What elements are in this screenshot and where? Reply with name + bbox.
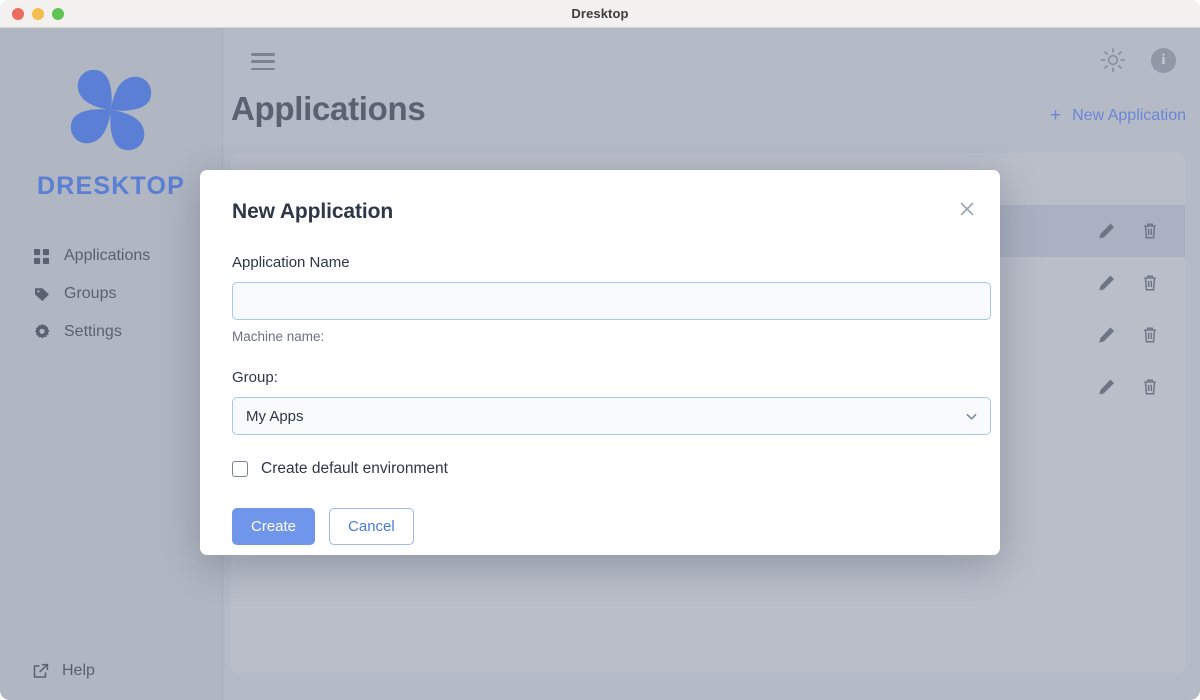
application-name-label: Application Name [232, 254, 968, 271]
app-window: Dresktop DRESKTOP [0, 0, 1200, 700]
new-application-dialog: New Application Application Name Machine… [200, 170, 1000, 555]
group-select-wrapper: My Apps [232, 397, 991, 435]
default-environment-row[interactable]: Create default environment [232, 460, 968, 478]
create-button[interactable]: Create [232, 508, 315, 545]
machine-name-hint: Machine name: [232, 329, 968, 344]
group-label: Group: [232, 369, 968, 386]
dialog-actions: Create Cancel [232, 508, 968, 545]
default-environment-label: Create default environment [261, 460, 448, 478]
group-select-value: My Apps [246, 408, 304, 425]
close-icon[interactable] [956, 198, 978, 220]
cancel-button[interactable]: Cancel [329, 508, 414, 545]
dialog-title: New Application [232, 200, 968, 224]
modal-overlay: New Application Application Name Machine… [0, 0, 1200, 700]
chevron-down-icon [965, 410, 978, 423]
group-select[interactable]: My Apps [232, 397, 991, 435]
application-name-input[interactable] [232, 282, 991, 320]
default-environment-checkbox[interactable] [232, 461, 248, 477]
